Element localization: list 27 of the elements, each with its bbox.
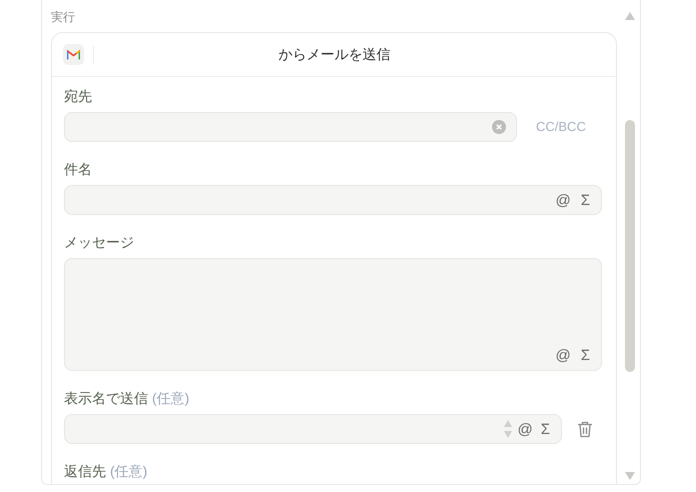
mail-app-icon [63, 44, 84, 65]
scroll-down-icon[interactable] [625, 472, 635, 480]
insert-button[interactable]: @ [552, 348, 574, 363]
stepper-icon[interactable] [504, 419, 512, 439]
insert-button[interactable]: Σ [578, 348, 593, 363]
insert-button[interactable]: Σ [578, 192, 593, 208]
input-field[interactable]: @ Σ [64, 185, 602, 215]
scroll-up-icon[interactable] [625, 12, 635, 20]
trash-icon [577, 420, 593, 438]
field-label: 件名 [64, 160, 92, 179]
field-label: 表示名で送信 [64, 389, 148, 408]
delete-button[interactable] [577, 420, 593, 438]
card-title: からメールを送信 [278, 45, 392, 64]
input-field[interactable]: @ Σ [64, 414, 562, 444]
insert-button[interactable]: Σ [538, 422, 553, 436]
message-field[interactable]: @ Σ [64, 258, 602, 371]
field-label: 返信先 [64, 462, 106, 481]
field-label: メッセージ [64, 233, 134, 252]
section-label: 実行 [51, 9, 76, 26]
insert-button[interactable]: @ [552, 192, 574, 208]
insert-button[interactable]: @ [514, 422, 536, 436]
clear-icon[interactable] [492, 120, 506, 134]
optional-note: (任意) [152, 389, 190, 408]
field-label: 宛先 [64, 87, 92, 106]
input-field[interactable] [64, 112, 517, 142]
optional-note: (任意) [110, 462, 148, 481]
scrollbar-thumb[interactable] [625, 120, 635, 372]
